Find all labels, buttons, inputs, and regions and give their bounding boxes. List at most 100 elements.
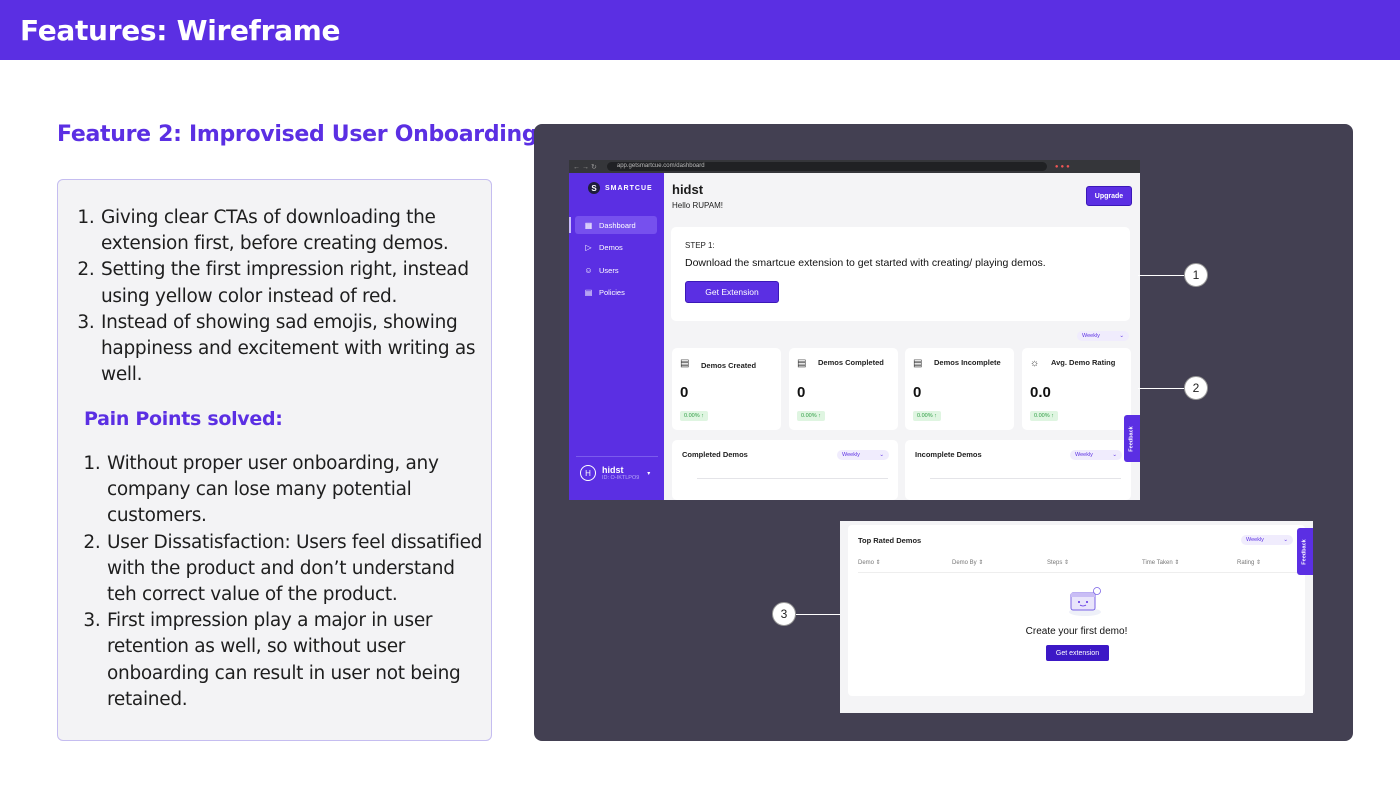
period-value: Weekly [842,452,860,458]
stat-change: 0.00% ↑ [1030,411,1058,421]
feedback-label: Feedback [1129,425,1135,452]
address-bar[interactable]: app.getsmartcue.com/dashboard [606,162,1047,171]
callout-line [1138,275,1186,276]
browser-nav-icons[interactable]: ←→↻ [573,163,599,171]
chevron-down-icon: ⌄ [1112,452,1117,458]
clipboard-check-icon: ▤ [797,358,807,369]
user-menu[interactable]: H hidst ID: O-IKTLPO9 ▾ [576,456,658,481]
sidebar-item-label: Demos [599,243,623,252]
sidebar-item-label: Dashboard [599,220,636,230]
period-value: Weekly [1075,452,1093,458]
avatar: H [580,465,596,481]
stat-label: Avg. Demo Rating [1051,358,1116,367]
stat-value: 0 [913,384,922,401]
solution-list: Giving clear CTAs of downloading the ext… [100,205,480,388]
stat-value: 0.0 [1030,384,1051,401]
stat-label: Demos Created [701,361,757,370]
card-title: Incomplete Demos [915,450,982,459]
page-title: hidst [672,182,704,197]
sun-icon: ☼ [1030,358,1040,369]
stat-card-incomplete: ▤ Demos Incomplete 0 0.00% ↑ [905,348,1014,430]
sidebar: S SMARTCUE ▦ Dashboard ▷ Demos ☺ Users ▤… [569,173,664,500]
clipboard-icon: ▤ [680,358,690,369]
text-panel: Giving clear CTAs of downloading the ext… [57,179,492,741]
document-icon: ▤ [584,288,593,297]
callout-badge: 2 [1184,376,1208,400]
top-rated-screenshot: Top Rated Demos Weekly ⌄ Demo ⇕ Demo By … [840,521,1313,713]
stat-change: 0.00% ↑ [913,411,941,421]
pain-points-list: Without proper user onboarding, any comp… [106,451,484,713]
solution-item: Giving clear CTAs of downloading the ext… [100,205,480,257]
callout-badge: 1 [1184,263,1208,287]
sidebar-nav: ▦ Dashboard ▷ Demos ☺ Users ▤ Policies [575,216,657,306]
stat-value: 0 [797,384,806,401]
pain-points-title: Pain Points solved: [84,408,283,430]
dashboard-screenshot: ←→↻ app.getsmartcue.com/dashboard ●●● S … [569,160,1140,500]
pain-point-item: Without proper user onboarding, any comp… [106,451,484,530]
table-header: Demo ⇕ Demo By ⇕ Steps ⇕ Time Taken ⇕ Ra… [858,559,1298,573]
get-extension-button[interactable]: Get Extension [685,281,779,303]
logo[interactable]: S SMARTCUE [588,182,653,194]
stat-value: 0 [680,384,689,401]
feedback-tab[interactable]: Feedback [1297,528,1313,575]
chevron-down-icon: ▾ [647,470,651,477]
chevron-down-icon: ⌄ [1283,537,1288,543]
step-label: STEP 1: [685,241,715,250]
sidebar-item-dashboard[interactable]: ▦ Dashboard [575,216,657,234]
period-value: Weekly [1082,333,1100,339]
clipboard-x-icon: ▤ [913,358,923,369]
smartcue-logo-icon: S [588,182,600,194]
stat-change: 0.00% ↑ [797,411,825,421]
stat-label: Demos Incomplete [934,358,1001,367]
sidebar-item-users[interactable]: ☺ Users [575,261,657,279]
slide-title: Features: Wireframe [20,13,341,47]
sidebar-item-demos[interactable]: ▷ Demos [575,239,657,257]
column-header[interactable]: Rating ⇕ [1237,559,1261,566]
feature-title: Feature 2: Improvised User Onboarding [57,122,538,147]
chevron-down-icon: ⌄ [879,452,884,458]
column-header[interactable]: Demo By ⇕ [952,559,983,566]
step-text: Download the smartcue extension to get s… [685,257,1046,269]
sidebar-item-policies[interactable]: ▤ Policies [575,284,657,302]
chart-axis [697,478,888,479]
period-select[interactable]: Weekly ⌄ [1077,331,1129,341]
period-select[interactable]: Weekly ⌄ [1241,535,1293,545]
card-title: Completed Demos [682,450,748,459]
incomplete-demos-card: Incomplete Demos Weekly ⌄ [905,440,1131,500]
completed-demos-card: Completed Demos Weekly ⌄ [672,440,898,500]
period-value: Weekly [1246,537,1264,543]
stat-label: Demos Completed [818,358,884,367]
active-indicator [569,217,571,233]
top-rated-card: Top Rated Demos Weekly ⌄ Demo ⇕ Demo By … [848,525,1305,696]
callout-line [1138,388,1186,389]
period-select[interactable]: Weekly ⌄ [837,450,889,460]
extension-icons[interactable]: ●●● [1055,164,1072,170]
sidebar-item-label: Users [599,265,619,275]
user-id: ID: O-IKTLPO9 [602,475,640,481]
logo-text: SMARTCUE [605,184,653,192]
solution-item: Instead of showing sad emojis, showing h… [100,310,480,389]
user-name: hidst [602,465,624,475]
browser-chrome: ←→↻ app.getsmartcue.com/dashboard ●●● [569,160,1140,173]
card-title: Top Rated Demos [858,536,922,545]
play-icon: ▷ [585,243,592,252]
upgrade-button[interactable]: Upgrade [1086,186,1132,206]
stat-card-completed: ▤ Demos Completed 0 0.00% ↑ [789,348,898,430]
pain-point-item: User Dissatisfaction: Users feel dissati… [106,530,484,609]
sidebar-item-label: Policies [599,288,625,297]
callout-line [796,614,842,615]
pain-point-item: First impression play a major in user re… [106,608,484,713]
top-banner: Features: Wireframe [0,0,1400,60]
column-header[interactable]: Steps ⇕ [1047,559,1069,566]
chart-axis [930,478,1121,479]
get-extension-button[interactable]: Get extension [1046,645,1109,661]
period-select[interactable]: Weekly ⌄ [1070,450,1122,460]
column-header[interactable]: Time Taken ⇕ [1142,559,1179,566]
column-header[interactable]: Demo ⇕ [858,559,881,566]
onboarding-step-card: STEP 1: Download the smartcue extension … [671,227,1130,321]
feedback-label: Feedback [1302,538,1308,565]
greeting: Hello RUPAM! [672,201,723,210]
feedback-tab[interactable]: Feedback [1124,415,1140,462]
chevron-down-icon: ⌄ [1119,333,1124,339]
stat-card-rating: ☼ Avg. Demo Rating 0.0 0.00% ↑ [1022,348,1131,430]
